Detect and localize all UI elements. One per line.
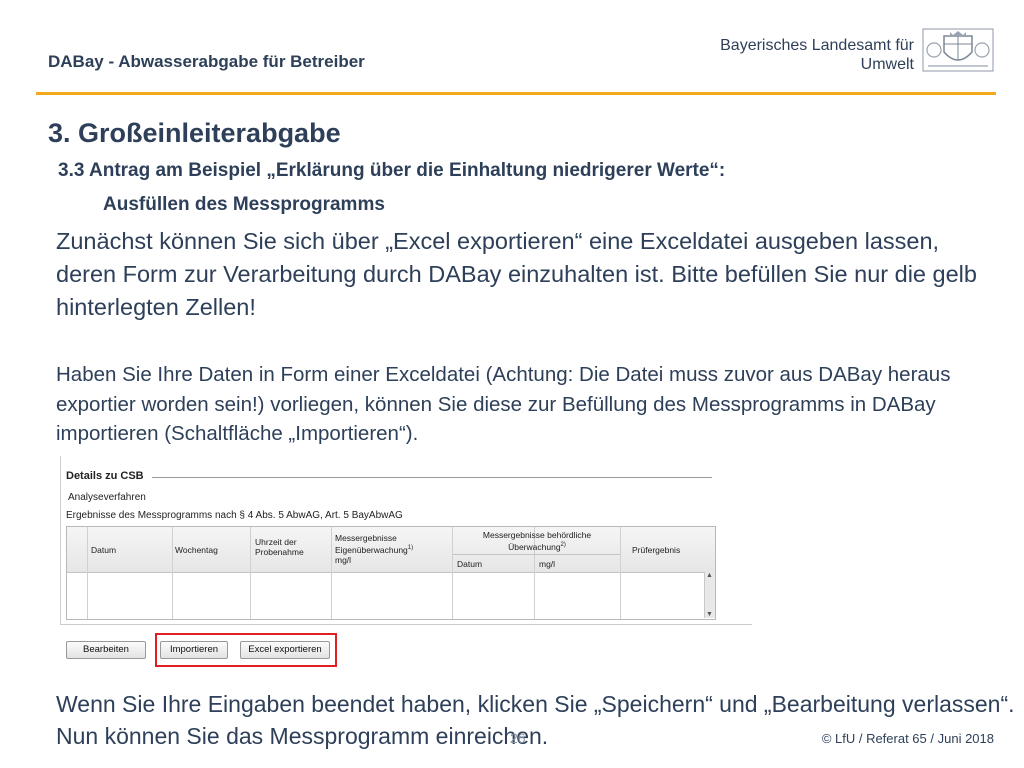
organization-name-line1: Bayerisches Landesamt für <box>720 37 914 54</box>
col-header-behoerd-line2-wrap: Überwachung2) <box>457 540 617 552</box>
col-header-eigen-line1: Messergebnisse <box>335 533 397 543</box>
grid-col-divider <box>87 527 88 619</box>
col-header-behoerd-line2: Überwachung <box>508 541 561 552</box>
col-header-datum: Datum <box>91 545 117 555</box>
subtitle-line1: 3.3 Antrag am Beispiel „Erklärung über d… <box>58 160 726 181</box>
col-header-behoerd-line1: Messergebnisse behördliche <box>482 530 592 540</box>
embed-title: Details zu CSB <box>66 470 144 482</box>
section-title: 3. Großeinleiterabgabe <box>48 118 341 148</box>
grid-col-divider <box>250 527 251 619</box>
col-header-pruefergebnis: Prüfergebnis <box>632 545 681 555</box>
bearbeiten-button[interactable]: Bearbeiten <box>66 641 146 659</box>
footer-copyright: © LfU / Referat 65 / Juni 2018 <box>821 731 994 746</box>
embed-left-edge <box>60 456 61 624</box>
embed-bottom-divider <box>60 624 752 625</box>
col-header-behoerd-sup: 2) <box>560 542 566 548</box>
subtitle-line2: Ausfüllen des Messprogramms <box>103 194 385 215</box>
header-title: DABay - Abwasserabgabe für Betreiber <box>48 52 365 71</box>
col-header-eigen-sup: 1) <box>407 545 414 551</box>
grid-subheader-rule <box>453 554 620 555</box>
col-header-eigen-line2: Eigenüberwachung <box>335 544 408 555</box>
embed-analysis-label: Analyseverfahren <box>68 492 146 503</box>
col-header-eigen-line2-wrap: Eigenüberwachung1) <box>335 543 451 555</box>
embed-title-divider <box>152 477 712 478</box>
paragraph-import-info: Haben Sie Ihre Daten in Form einer Excel… <box>56 363 951 445</box>
header-divider <box>36 92 996 95</box>
embedded-screenshot: Details zu CSB Analyseverfahren Ergebnis… <box>60 456 752 667</box>
grid-col-divider <box>452 527 453 619</box>
embed-results-label: Ergebnisse des Messprogramms nach § 4 Ab… <box>66 510 403 521</box>
scroll-up-icon[interactable]: ▲ <box>706 572 713 579</box>
measurement-grid: Datum Wochentag Uhrzeit der Probenahme M… <box>66 526 716 620</box>
organization-name: Bayerisches Landesamt für Umwelt <box>720 36 914 74</box>
grid-col-divider <box>331 527 332 619</box>
grid-col-divider <box>172 527 173 619</box>
slide-number: 26 <box>510 730 526 746</box>
scroll-down-icon[interactable]: ▼ <box>706 611 713 618</box>
col-header-behoerd-datum: Datum <box>457 559 483 569</box>
grid-scrollbar[interactable]: ▲ ▼ <box>704 572 715 618</box>
coat-of-arms-logo <box>922 28 994 72</box>
organization-name-line2: Umwelt <box>860 56 914 73</box>
col-header-wochentag: Wochentag <box>175 545 218 555</box>
col-header-eigen-unit: mg/l <box>335 554 352 565</box>
highlight-box <box>155 633 337 667</box>
col-header-eigen: Messergebnisse Eigenüberwachung1) mg/l <box>335 533 451 565</box>
col-header-uhrzeit: Uhrzeit der Probenahme <box>255 537 304 557</box>
col-header-behoerd-unit: mg/l <box>539 559 556 569</box>
grid-col-divider <box>620 527 621 619</box>
col-header-behoerd: Messergebnisse behördliche Überwachung2) <box>457 530 617 552</box>
paragraph-export-info: Zunächst können Sie sich über „Excel exp… <box>56 228 977 320</box>
